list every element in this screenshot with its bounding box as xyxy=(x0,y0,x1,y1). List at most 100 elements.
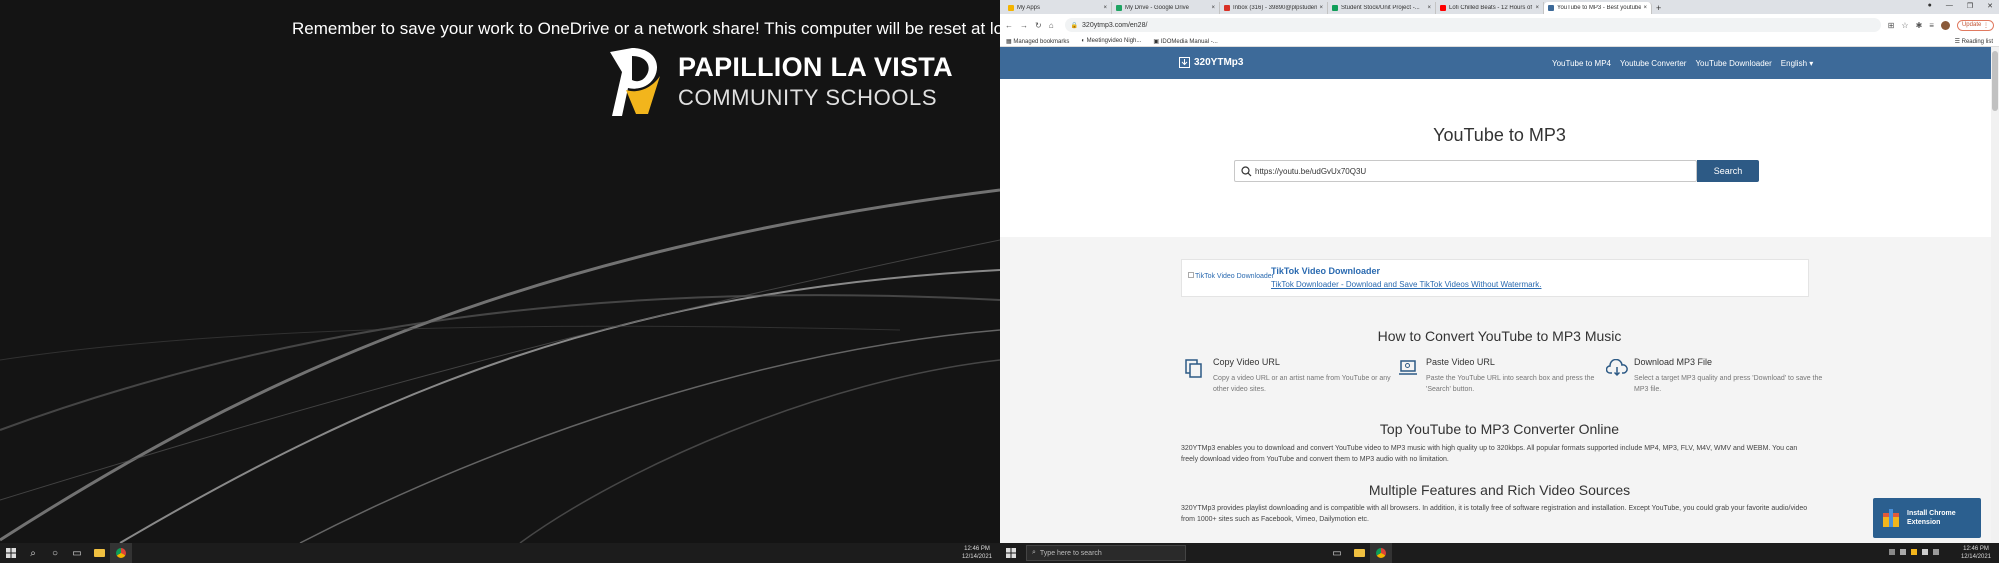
extensions-icon[interactable]: ✱ xyxy=(1916,21,1923,30)
taskbar-search-input[interactable]: ⌕ Type here to search xyxy=(1026,545,1186,561)
logo-text-line2: COMMUNITY SCHOOLS xyxy=(678,85,938,110)
left-desktop: Remember to save your work to OneDrive o… xyxy=(0,0,1000,563)
maximize-icon[interactable]: ❐ xyxy=(1967,2,1973,10)
tray-icon[interactable] xyxy=(1911,549,1917,555)
close-icon[interactable]: × xyxy=(1211,5,1215,11)
page-scrollbar[interactable] xyxy=(1991,47,1999,543)
close-icon[interactable]: × xyxy=(1103,5,1107,11)
browser-tab[interactable]: Lofi Chilled Beats - 12 Hours of ... × xyxy=(1436,2,1544,14)
right-taskbar: ⌕ Type here to search ▭ 12:46 PM 12/14/2… xyxy=(1000,543,1999,563)
task-view-icon[interactable]: ▭ xyxy=(66,543,88,563)
multiple-features-heading: Multiple Features and Rich Video Sources xyxy=(1368,482,1631,498)
right-clock[interactable]: 12:46 PM 12/14/2021 xyxy=(1961,545,1991,561)
scroll-thumb[interactable] xyxy=(1992,51,1998,111)
bookmark-managed[interactable]: ▦ Managed bookmarks xyxy=(1006,38,1069,45)
step-desc: Select a target MP3 quality and press 'D… xyxy=(1634,375,1823,393)
browser-tab[interactable]: Student Stock/Unit Project -... × xyxy=(1328,2,1436,14)
close-window-icon[interactable]: ✕ xyxy=(1987,2,1993,10)
bookmark-item[interactable]: ▣ IDOMedia Manual -... xyxy=(1153,38,1217,45)
window-controls: ● — ❐ ✕ xyxy=(1928,2,1993,10)
tray-icon[interactable] xyxy=(1922,549,1928,555)
laptop-search-icon xyxy=(1399,360,1417,375)
chrome-taskbar-icon[interactable] xyxy=(110,543,132,563)
bookmarks-bar: ▦ Managed bookmarks ◐ Meetingvideo Nigh.… xyxy=(1000,36,1999,47)
language-select[interactable]: English ▾ xyxy=(1781,59,1813,68)
left-clock[interactable]: 12:46 PM 12/14/2021 xyxy=(962,545,992,561)
site-nav: YouTube to MP4 Youtube Converter YouTube… xyxy=(1552,59,1813,68)
browser-tab-active[interactable]: YouTube to MP3 - Best youtube... × xyxy=(1544,2,1652,14)
tray-icon[interactable] xyxy=(1900,549,1906,555)
tiktok-title-link[interactable]: TikTok Video Downloader xyxy=(1271,266,1380,276)
left-taskbar: ⌕ ○ ▭ 12:46 PM 12/14/2021 xyxy=(0,543,1000,563)
taskbar-search-placeholder: Type here to search xyxy=(1039,549,1102,557)
star-icon[interactable]: ☆ xyxy=(1901,21,1908,30)
reload-icon[interactable]: ↻ xyxy=(1035,21,1042,30)
tab-favicon-icon xyxy=(1440,5,1446,11)
reading-mode-icon[interactable]: ≡ xyxy=(1929,21,1934,30)
close-icon[interactable]: × xyxy=(1319,5,1323,11)
top-converter-desc: 320YTMp3 enables you to download and con… xyxy=(1181,445,1798,463)
browser-tab[interactable]: My Drive - Google Drive × xyxy=(1112,2,1220,14)
search-icon[interactable]: ⌕ xyxy=(22,543,44,563)
file-explorer-icon[interactable] xyxy=(88,543,110,563)
url-text: 320ytmp3.com/en28/ xyxy=(1082,21,1148,29)
nav-youtube-downloader[interactable]: YouTube Downloader xyxy=(1695,59,1771,68)
install-icon[interactable]: ⊞ xyxy=(1888,21,1895,30)
page-title: YouTube to MP3 xyxy=(1433,125,1566,145)
browser-tab[interactable]: My Apps × xyxy=(1004,2,1112,14)
cortana-icon[interactable]: ○ xyxy=(44,543,66,563)
step-title: Download MP3 File xyxy=(1634,357,1713,367)
tiktok-promo-card[interactable]: TikTok Video Downloader TikTok Video Dow… xyxy=(1181,259,1809,297)
cloud-download-icon xyxy=(1606,359,1628,377)
tiktok-desc-link[interactable]: TikTok Downloader - Download and Save Ti… xyxy=(1271,280,1541,289)
windows-start-icon[interactable] xyxy=(1000,543,1022,563)
search-icon: ⌕ xyxy=(1032,549,1036,556)
avatar[interactable] xyxy=(1940,20,1950,30)
clock-date: 12/14/2021 xyxy=(961,554,992,560)
close-icon[interactable]: × xyxy=(1427,5,1431,11)
browser-toolbar: ← → ↻ ⌂ 🔒 320ytmp3.com/en28/ ⊞ ☆ ✱ ≡ Upd… xyxy=(1000,14,1999,36)
tab-favicon-icon xyxy=(1332,5,1338,11)
browser-tab-strip: My Apps × My Drive - Google Drive × Inbox … xyxy=(1000,0,1999,14)
papillion-logo-icon xyxy=(610,48,660,116)
chrome-taskbar-icon[interactable] xyxy=(1370,543,1392,563)
school-logo: PAPILLION LA VISTA COMMUNITY SCHOOLS xyxy=(592,42,953,122)
forward-icon[interactable]: → xyxy=(1020,21,1028,30)
task-view-icon[interactable]: ▭ xyxy=(1326,543,1348,563)
close-icon[interactable]: × xyxy=(1643,5,1647,11)
close-icon[interactable]: × xyxy=(1535,5,1539,11)
search-icon xyxy=(1241,166,1252,177)
chrome-menu-icon[interactable]: ● xyxy=(1928,2,1932,10)
clock-date: 12/14/2021 xyxy=(1960,554,1991,560)
address-bar[interactable]: 🔒 320ytmp3.com/en28/ xyxy=(1064,18,1881,32)
file-explorer-icon[interactable] xyxy=(1348,543,1370,563)
tab-favicon-icon xyxy=(1116,5,1122,11)
update-button[interactable]: Update ⋮ xyxy=(1956,19,1994,31)
tab-favicon-icon xyxy=(1008,5,1014,11)
top-converter-heading: Top YouTube to MP3 Converter Online xyxy=(1379,421,1620,437)
clock-time: 12:46 PM xyxy=(964,546,990,552)
back-icon[interactable]: ← xyxy=(1005,21,1013,30)
step-title: Copy Video URL xyxy=(1213,357,1280,367)
install-chrome-extension-button[interactable]: Install Chrome Extension xyxy=(1873,498,1981,538)
step-title: Paste Video URL xyxy=(1426,357,1495,367)
lock-icon: 🔒 xyxy=(1070,22,1079,29)
bookmark-item[interactable]: ◐ Meetingvideo Nigh... xyxy=(1081,38,1141,44)
home-icon[interactable]: ⌂ xyxy=(1049,21,1054,30)
reading-list[interactable]: ☰ Reading list xyxy=(1955,38,1993,45)
windows-start-icon[interactable] xyxy=(0,543,22,563)
tray-icon[interactable] xyxy=(1933,549,1939,555)
tray-icon[interactable] xyxy=(1889,549,1895,555)
tiktok-image-placeholder[interactable]: TikTok Video Downloader xyxy=(1188,272,1274,280)
search-button[interactable]: Search xyxy=(1697,160,1759,182)
new-tab-button[interactable]: + xyxy=(1656,2,1661,14)
copy-icon xyxy=(1185,359,1202,378)
nav-youtube-converter[interactable]: Youtube Converter xyxy=(1620,59,1686,68)
site-logo[interactable]: 320YTMp3 xyxy=(1179,57,1243,68)
search-input[interactable]: https://youtu.be/udGvUx70Q3U xyxy=(1234,160,1697,182)
system-tray xyxy=(1889,549,1939,555)
nav-youtube-to-mp4[interactable]: YouTube to MP4 xyxy=(1552,59,1611,68)
minimize-icon[interactable]: — xyxy=(1946,2,1953,10)
browser-tab[interactable]: Inbox (316) - 39890@plpstudent... × xyxy=(1220,2,1328,14)
step-desc: Paste the YouTube URL into search box an… xyxy=(1426,375,1595,393)
